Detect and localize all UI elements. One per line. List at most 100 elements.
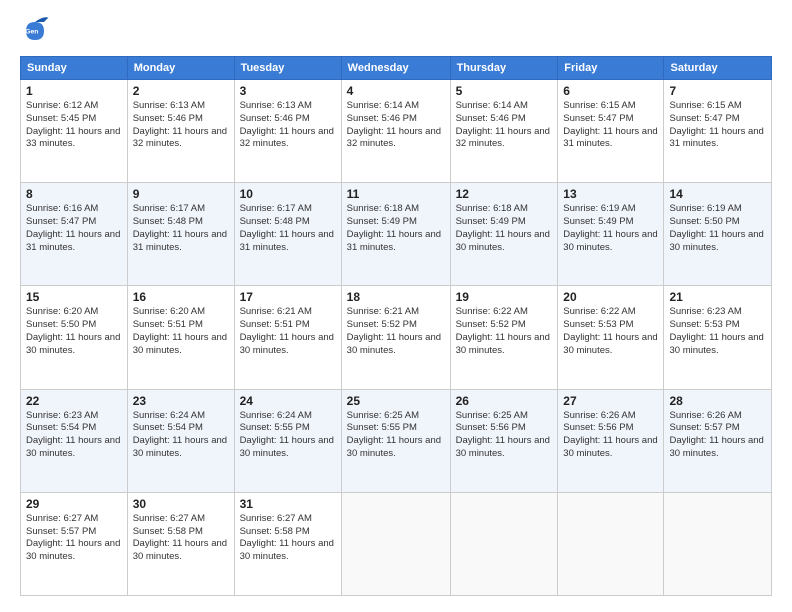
day-info: Sunrise: 6:16 AMSunset: 5:47 PMDaylight:… (26, 203, 122, 254)
day-number: 1 (26, 84, 122, 98)
day-info: Sunrise: 6:27 AMSunset: 5:58 PMDaylight:… (133, 513, 229, 564)
day-info: Sunrise: 6:17 AMSunset: 5:48 PMDaylight:… (240, 203, 336, 254)
calendar-day-cell: 12Sunrise: 6:18 AMSunset: 5:49 PMDayligh… (450, 183, 558, 286)
day-number: 25 (347, 394, 445, 408)
day-info: Sunrise: 6:24 AMSunset: 5:55 PMDaylight:… (240, 410, 336, 461)
calendar-day-cell: 28 Sunrise: 6:26 AMSunset: 5:57 PMDayligh… (664, 389, 772, 492)
svg-text:Gen: Gen (25, 28, 38, 35)
calendar-day-cell: 22 Sunrise: 6:23 AMSunset: 5:54 PMDayligh… (21, 389, 128, 492)
weekday-header-sunday: Sunday (21, 57, 128, 80)
day-number: 3 (240, 84, 336, 98)
calendar-day-cell: 13 Sunrise: 6:19 AMSunset: 5:49 PMDayligh… (558, 183, 664, 286)
calendar-day-cell: 25 Sunrise: 6:25 AMSunset: 5:55 PMDayligh… (341, 389, 450, 492)
calendar-week-row: 29Sunrise: 6:27 AMSunset: 5:57 PMDayligh… (21, 492, 772, 595)
day-number: 9 (133, 187, 229, 201)
day-info: Sunrise: 6:24 AMSunset: 5:54 PMDaylight:… (133, 410, 229, 461)
logo: Gen (20, 16, 54, 46)
calendar-day-cell: 11 Sunrise: 6:18 AMSunset: 5:49 PMDayligh… (341, 183, 450, 286)
day-info: Sunrise: 6:19 AMSunset: 5:49 PMDaylight:… (563, 203, 658, 254)
calendar-day-cell: 8 Sunrise: 6:16 AMSunset: 5:47 PMDaylight… (21, 183, 128, 286)
calendar-week-row: 1 Sunrise: 6:12 AMSunset: 5:45 PMDaylight… (21, 80, 772, 183)
day-info: Sunrise: 6:18 AMSunset: 5:49 PMDaylight:… (456, 203, 553, 254)
day-number: 7 (669, 84, 766, 98)
day-info: Sunrise: 6:27 AMSunset: 5:58 PMDaylight:… (240, 513, 336, 564)
day-info: Sunrise: 6:23 AMSunset: 5:53 PMDaylight:… (669, 306, 766, 357)
calendar-day-cell: 2 Sunrise: 6:13 AMSunset: 5:46 PMDaylight… (127, 80, 234, 183)
calendar-day-cell: 10 Sunrise: 6:17 AMSunset: 5:48 PMDayligh… (234, 183, 341, 286)
day-info: Sunrise: 6:26 AMSunset: 5:56 PMDaylight:… (563, 410, 658, 461)
day-number: 20 (563, 290, 658, 304)
day-info: Sunrise: 6:20 AMSunset: 5:50 PMDaylight:… (26, 306, 122, 357)
day-number: 21 (669, 290, 766, 304)
day-number: 11 (347, 187, 445, 201)
day-number: 5 (456, 84, 553, 98)
day-info: Sunrise: 6:27 AMSunset: 5:57 PMDaylight:… (26, 513, 122, 564)
calendar-day-cell: 31 Sunrise: 6:27 AMSunset: 5:58 PMDayligh… (234, 492, 341, 595)
day-info: Sunrise: 6:21 AMSunset: 5:52 PMDaylight:… (347, 306, 445, 357)
day-number: 6 (563, 84, 658, 98)
day-info: Sunrise: 6:22 AMSunset: 5:52 PMDaylight:… (456, 306, 553, 357)
day-info: Sunrise: 6:18 AMSunset: 5:49 PMDaylight:… (347, 203, 445, 254)
calendar-day-cell: 29Sunrise: 6:27 AMSunset: 5:57 PMDayligh… (21, 492, 128, 595)
day-number: 26 (456, 394, 553, 408)
calendar-day-cell: 20 Sunrise: 6:22 AMSunset: 5:53 PMDayligh… (558, 286, 664, 389)
day-number: 28 (669, 394, 766, 408)
page: Gen SundayMondayTuesdayWednesdayThursday… (0, 0, 792, 612)
day-info: Sunrise: 6:22 AMSunset: 5:53 PMDaylight:… (563, 306, 658, 357)
weekday-header-wednesday: Wednesday (341, 57, 450, 80)
day-number: 23 (133, 394, 229, 408)
calendar-day-cell (450, 492, 558, 595)
day-number: 18 (347, 290, 445, 304)
calendar-day-cell: 24 Sunrise: 6:24 AMSunset: 5:55 PMDayligh… (234, 389, 341, 492)
calendar-day-cell: 16 Sunrise: 6:20 AMSunset: 5:51 PMDayligh… (127, 286, 234, 389)
day-info: Sunrise: 6:17 AMSunset: 5:48 PMDaylight:… (133, 203, 229, 254)
calendar-day-cell: 9 Sunrise: 6:17 AMSunset: 5:48 PMDaylight… (127, 183, 234, 286)
day-number: 24 (240, 394, 336, 408)
weekday-header-monday: Monday (127, 57, 234, 80)
day-number: 16 (133, 290, 229, 304)
calendar-day-cell: 4Sunrise: 6:14 AMSunset: 5:46 PMDaylight… (341, 80, 450, 183)
logo-icon: Gen (20, 16, 50, 46)
day-info: Sunrise: 6:25 AMSunset: 5:56 PMDaylight:… (456, 410, 553, 461)
calendar-day-cell: 30 Sunrise: 6:27 AMSunset: 5:58 PMDayligh… (127, 492, 234, 595)
day-number: 2 (133, 84, 229, 98)
calendar-day-cell: 15 Sunrise: 6:20 AMSunset: 5:50 PMDayligh… (21, 286, 128, 389)
day-info: Sunrise: 6:13 AMSunset: 5:46 PMDaylight:… (133, 100, 229, 151)
day-number: 31 (240, 497, 336, 511)
calendar-week-row: 22 Sunrise: 6:23 AMSunset: 5:54 PMDayligh… (21, 389, 772, 492)
day-number: 13 (563, 187, 658, 201)
header: Gen (20, 16, 772, 46)
weekday-header-thursday: Thursday (450, 57, 558, 80)
weekday-header-saturday: Saturday (664, 57, 772, 80)
weekday-header-row: SundayMondayTuesdayWednesdayThursdayFrid… (21, 57, 772, 80)
calendar-day-cell (558, 492, 664, 595)
day-info: Sunrise: 6:13 AMSunset: 5:46 PMDaylight:… (240, 100, 336, 151)
calendar-day-cell: 27 Sunrise: 6:26 AMSunset: 5:56 PMDayligh… (558, 389, 664, 492)
day-number: 8 (26, 187, 122, 201)
calendar-day-cell (664, 492, 772, 595)
day-info: Sunrise: 6:12 AMSunset: 5:45 PMDaylight:… (26, 100, 122, 151)
calendar-day-cell: 7 Sunrise: 6:15 AMSunset: 5:47 PMDaylight… (664, 80, 772, 183)
calendar-day-cell: 6 Sunrise: 6:15 AMSunset: 5:47 PMDaylight… (558, 80, 664, 183)
day-number: 17 (240, 290, 336, 304)
day-number: 27 (563, 394, 658, 408)
calendar-day-cell: 21 Sunrise: 6:23 AMSunset: 5:53 PMDayligh… (664, 286, 772, 389)
day-info: Sunrise: 6:14 AMSunset: 5:46 PMDaylight:… (347, 100, 445, 151)
calendar-week-row: 8 Sunrise: 6:16 AMSunset: 5:47 PMDaylight… (21, 183, 772, 286)
day-number: 10 (240, 187, 336, 201)
day-number: 22 (26, 394, 122, 408)
day-number: 15 (26, 290, 122, 304)
day-info: Sunrise: 6:26 AMSunset: 5:57 PMDaylight:… (669, 410, 766, 461)
calendar-day-cell: 3 Sunrise: 6:13 AMSunset: 5:46 PMDaylight… (234, 80, 341, 183)
weekday-header-friday: Friday (558, 57, 664, 80)
day-number: 30 (133, 497, 229, 511)
day-info: Sunrise: 6:21 AMSunset: 5:51 PMDaylight:… (240, 306, 336, 357)
day-number: 19 (456, 290, 553, 304)
calendar-day-cell (341, 492, 450, 595)
day-info: Sunrise: 6:23 AMSunset: 5:54 PMDaylight:… (26, 410, 122, 461)
calendar-day-cell: 14Sunrise: 6:19 AMSunset: 5:50 PMDayligh… (664, 183, 772, 286)
day-info: Sunrise: 6:15 AMSunset: 5:47 PMDaylight:… (669, 100, 766, 151)
day-info: Sunrise: 6:25 AMSunset: 5:55 PMDaylight:… (347, 410, 445, 461)
day-info: Sunrise: 6:20 AMSunset: 5:51 PMDaylight:… (133, 306, 229, 357)
day-info: Sunrise: 6:15 AMSunset: 5:47 PMDaylight:… (563, 100, 658, 151)
